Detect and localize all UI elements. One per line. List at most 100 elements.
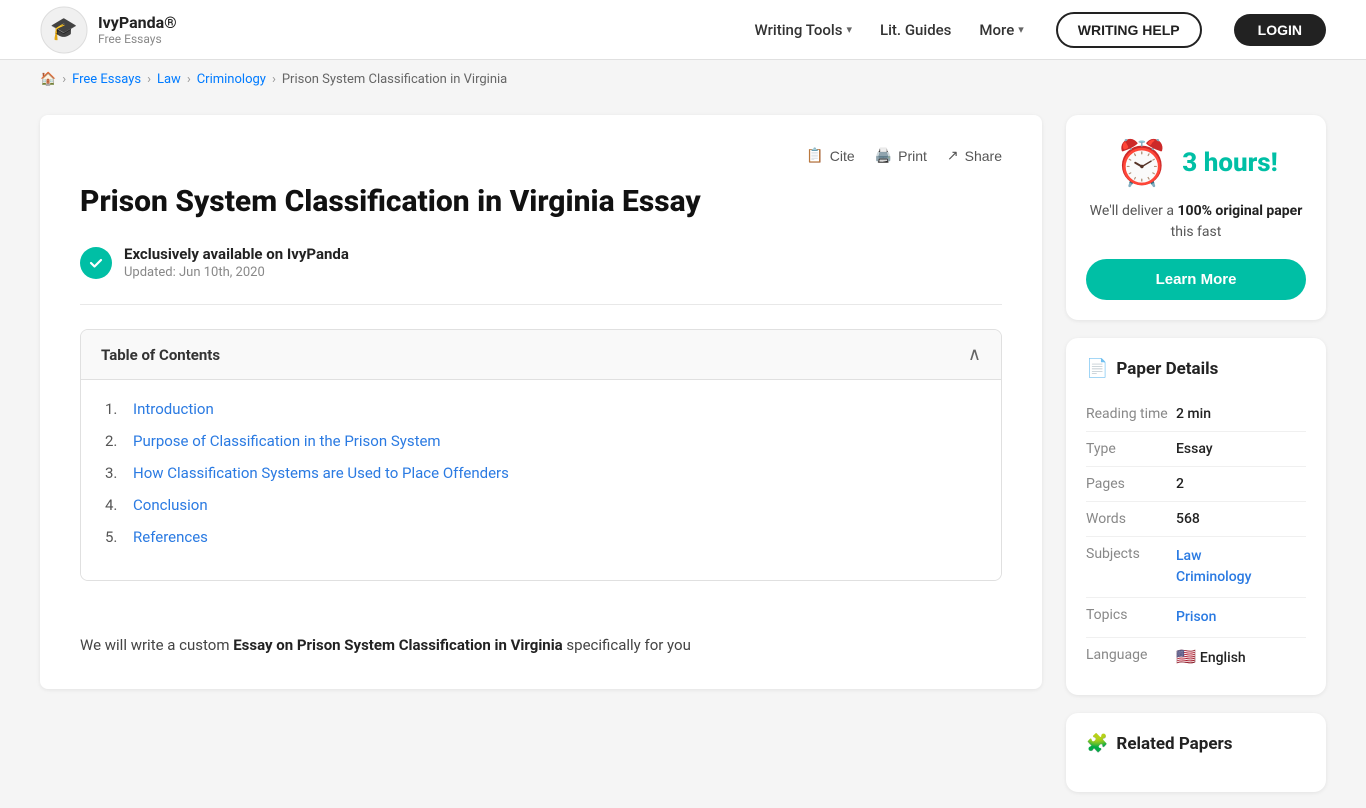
detail-row-type: Type Essay — [1086, 432, 1306, 467]
table-of-contents: Table of Contents ∧ 1. Introduction 2. P… — [80, 329, 1002, 581]
promo-clock: ⏰ 3 hours! — [1086, 135, 1306, 191]
exclusive-date: Updated: Jun 10th, 2020 — [124, 265, 349, 280]
toc-toggle-button[interactable]: ∧ — [968, 344, 981, 365]
puzzle-icon: 🧩 — [1086, 733, 1108, 754]
paper-details-card: 📄 Paper Details Reading time 2 min Type … — [1066, 338, 1326, 695]
toc-num-1: 1. — [105, 400, 125, 418]
related-papers-title: Related Papers — [1116, 734, 1232, 754]
logo-icon: 🎓 — [40, 6, 88, 54]
writing-help-button[interactable]: WRITING HELP — [1056, 12, 1202, 48]
toc-num-5: 5. — [105, 528, 125, 546]
toc-link-references[interactable]: References — [133, 528, 208, 546]
exclusive-info: Exclusively available on IvyPanda Update… — [124, 245, 349, 280]
toc-num-3: 3. — [105, 464, 125, 482]
toc-list: 1. Introduction 2. Purpose of Classifica… — [105, 400, 977, 546]
svg-text:🎓: 🎓 — [50, 17, 77, 42]
logo-sub: Free Essays — [98, 32, 177, 46]
breadcrumb-free-essays[interactable]: Free Essays — [72, 72, 141, 87]
nav-writing-tools[interactable]: Writing Tools ▾ — [755, 21, 852, 39]
detail-value-type: Essay — [1176, 432, 1306, 467]
breadcrumb: 🏠 › Free Essays › Law › Criminology › Pr… — [0, 60, 1366, 99]
toc-link-conclusion[interactable]: Conclusion — [133, 496, 208, 514]
promo-card: ⏰ 3 hours! We'll deliver a 100% original… — [1066, 115, 1326, 320]
toc-body: 1. Introduction 2. Purpose of Classifica… — [81, 380, 1001, 580]
custom-note-prefix: We will write a custom — [80, 636, 233, 654]
sep-1: › — [62, 72, 66, 87]
toc-num-2: 2. — [105, 432, 125, 450]
login-button[interactable]: LOGIN — [1234, 14, 1326, 46]
detail-value-language: 🇺🇸English — [1176, 638, 1306, 676]
flag-us-icon: 🇺🇸 — [1176, 647, 1196, 666]
detail-value-reading-time: 2 min — [1176, 397, 1306, 432]
nav-lit-guides[interactable]: Lit. Guides — [880, 21, 951, 39]
nav-more[interactable]: More ▾ — [979, 21, 1023, 39]
toc-link-introduction[interactable]: Introduction — [133, 400, 214, 418]
logo-name: IvyPanda® — [98, 13, 177, 32]
chevron-down-icon: ▾ — [846, 23, 852, 36]
share-button[interactable]: ↗ Share — [947, 147, 1002, 164]
toc-link-how[interactable]: How Classification Systems are Used to P… — [133, 464, 509, 482]
sep-3: › — [187, 72, 191, 87]
main-layout: 📋 Cite 🖨️ Print ↗ Share Prison System Cl… — [0, 99, 1366, 808]
promo-desc-prefix: We'll deliver a — [1090, 203, 1178, 219]
site-header: 🎓 IvyPanda® Free Essays Writing Tools ▾ … — [0, 0, 1366, 60]
detail-label-type: Type — [1086, 432, 1176, 467]
chevron-down-icon-more: ▾ — [1018, 23, 1024, 36]
promo-desc-bold: 100% original paper — [1178, 203, 1303, 219]
topic-link-prison[interactable]: Prison — [1176, 607, 1306, 628]
detail-row-language: Language 🇺🇸English — [1086, 638, 1306, 676]
detail-row-reading-time: Reading time 2 min — [1086, 397, 1306, 432]
breadcrumb-law[interactable]: Law — [157, 72, 181, 87]
sidebar: ⏰ 3 hours! We'll deliver a 100% original… — [1066, 115, 1326, 792]
detail-label-topics: Topics — [1086, 598, 1176, 638]
detail-label-reading-time: Reading time — [1086, 397, 1176, 432]
breadcrumb-criminology[interactable]: Criminology — [197, 72, 266, 87]
nav-more-label: More — [979, 21, 1014, 39]
breadcrumb-current: Prison System Classification in Virginia — [282, 72, 507, 87]
toc-item-3: 3. How Classification Systems are Used t… — [105, 464, 977, 482]
article-area: 📋 Cite 🖨️ Print ↗ Share Prison System Cl… — [40, 115, 1042, 792]
sep-4: › — [272, 72, 276, 87]
print-button[interactable]: 🖨️ Print — [875, 147, 927, 164]
cite-button[interactable]: 📋 Cite — [806, 147, 854, 164]
nav-lit-guides-label: Lit. Guides — [880, 21, 951, 39]
details-table: Reading time 2 min Type Essay Pages 2 Wo… — [1086, 397, 1306, 675]
custom-essay-note: We will write a custom Essay on Prison S… — [80, 613, 1002, 657]
print-icon: 🖨️ — [875, 147, 892, 164]
promo-description: We'll deliver a 100% original paper this… — [1086, 201, 1306, 243]
cite-label: Cite — [830, 148, 855, 164]
share-icon: ↗ — [947, 147, 959, 164]
divider — [80, 304, 1002, 305]
detail-row-topics: Topics Prison — [1086, 598, 1306, 638]
check-circle-icon — [80, 247, 112, 279]
paper-icon: 📄 — [1086, 358, 1108, 379]
detail-row-pages: Pages 2 — [1086, 467, 1306, 502]
article-title: Prison System Classification in Virginia… — [80, 182, 1002, 221]
detail-label-words: Words — [1086, 502, 1176, 537]
toc-link-purpose[interactable]: Purpose of Classification in the Prison … — [133, 432, 441, 450]
exclusive-label: Exclusively available on IvyPanda — [124, 245, 349, 263]
detail-value-words: 568 — [1176, 502, 1306, 537]
subject-link-law[interactable]: Law — [1176, 546, 1306, 567]
detail-value-subjects: Law Criminology — [1176, 537, 1306, 598]
toc-header: Table of Contents ∧ — [81, 330, 1001, 380]
promo-desc-suffix: this fast — [1171, 224, 1222, 240]
toc-item-1: 1. Introduction — [105, 400, 977, 418]
article-actions: 📋 Cite 🖨️ Print ↗ Share — [80, 147, 1002, 164]
paper-details-heading: 📄 Paper Details — [1086, 358, 1306, 379]
detail-row-words: Words 568 — [1086, 502, 1306, 537]
home-icon[interactable]: 🏠 — [40, 72, 56, 87]
nav-writing-tools-label: Writing Tools — [755, 21, 843, 39]
related-papers-card: 🧩 Related Papers — [1066, 713, 1326, 792]
article-card: 📋 Cite 🖨️ Print ↗ Share Prison System Cl… — [40, 115, 1042, 689]
subject-link-criminology[interactable]: Criminology — [1176, 567, 1306, 588]
detail-row-subjects: Subjects Law Criminology — [1086, 537, 1306, 598]
logo-area[interactable]: 🎓 IvyPanda® Free Essays — [40, 6, 177, 54]
toc-item-4: 4. Conclusion — [105, 496, 977, 514]
sep-2: › — [147, 72, 151, 87]
toc-title: Table of Contents — [101, 346, 220, 364]
toc-num-4: 4. — [105, 496, 125, 514]
learn-more-button[interactable]: Learn More — [1086, 259, 1306, 300]
exclusive-badge: Exclusively available on IvyPanda Update… — [80, 245, 1002, 280]
detail-value-pages: 2 — [1176, 467, 1306, 502]
